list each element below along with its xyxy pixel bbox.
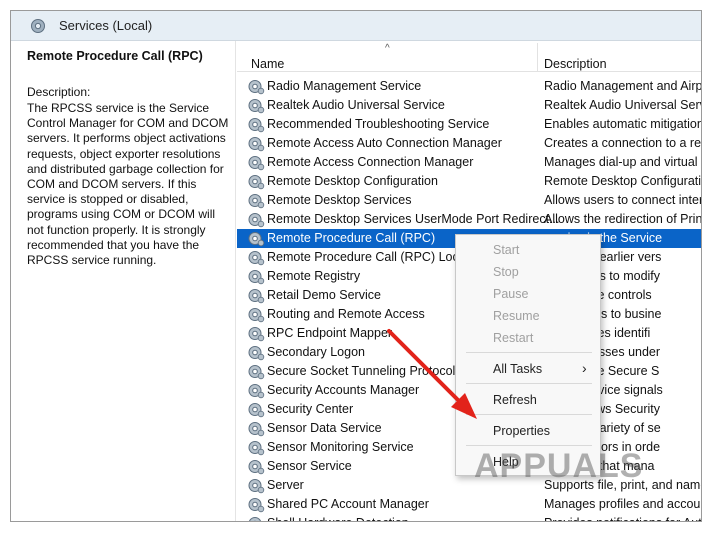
watermark-text: APPUALS <box>474 447 644 485</box>
red-arrow-annotation-icon <box>387 329 477 419</box>
services-window: Services (Local) Remote Procedure Call (… <box>10 10 702 522</box>
